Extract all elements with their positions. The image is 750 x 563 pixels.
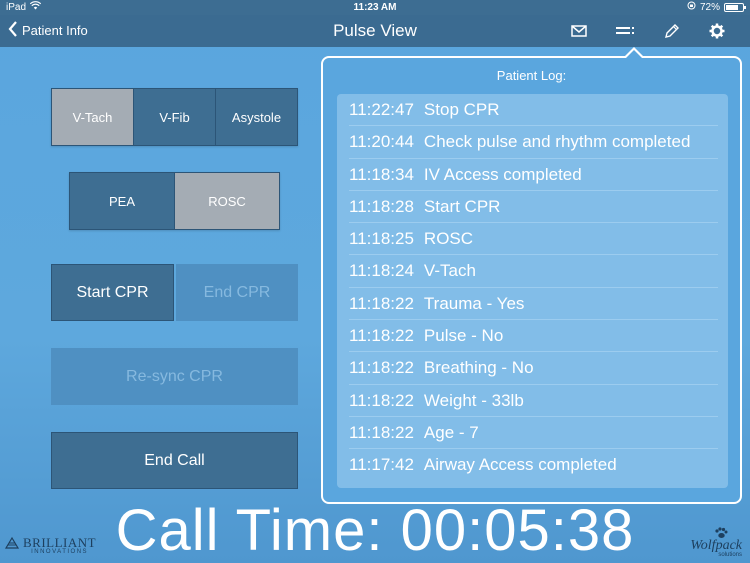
pencil-icon[interactable]	[660, 20, 682, 42]
log-row: 11:22:47 Stop CPR	[349, 94, 718, 127]
vtach-button[interactable]: V-Tach	[52, 89, 134, 145]
resync-cpr-button[interactable]: Re-sync CPR	[51, 348, 298, 405]
vfib-button[interactable]: V-Fib	[134, 89, 216, 145]
log-time: 11:22:47	[349, 100, 414, 119]
logo-left-sub: INNOVATIONS	[31, 548, 89, 555]
rotation-lock-icon	[687, 0, 696, 15]
log-event: Trauma - Yes	[423, 293, 525, 313]
log-event: Stop CPR	[423, 100, 500, 119]
rhythm-group-2: PEA ROSC	[69, 172, 280, 230]
status-bar: iPad 11:23 AM 72%	[0, 0, 750, 15]
pea-button[interactable]: PEA	[70, 173, 175, 229]
battery-percent: 72%	[699, 2, 720, 13]
log-event: Weight - 33lb	[423, 390, 524, 410]
call-time: Call Time: 00:05:38	[115, 498, 635, 563]
log-event: ROSC	[423, 229, 474, 249]
log-event: Airway Access completed	[423, 455, 617, 475]
brilliant-innovations-logo: BRILLIANT INNOVATIONS	[4, 536, 96, 555]
log-row: 11:18:28 Start CPR	[349, 191, 718, 224]
log-row: 11:18:22 Age - 7	[349, 417, 718, 450]
log-row: 11:18:22 Pulse - No	[349, 320, 718, 353]
log-row: 11:18:22 Trauma - Yes	[349, 288, 718, 321]
log-row: 11:18:22 Breathing - No	[349, 352, 718, 385]
log-time: 11:18:22	[349, 390, 414, 410]
log-event: Check pulse and rhythm completed	[423, 132, 691, 152]
nav-bar: Patient Info Pulse View	[0, 15, 750, 47]
mail-icon[interactable]	[568, 20, 590, 42]
battery-icon	[724, 3, 746, 12]
nav-actions	[568, 20, 728, 42]
log-time: 11:18:22	[349, 293, 414, 313]
log-time: 11:18:25	[349, 229, 414, 249]
logo-left-name: BRILLIANT	[23, 534, 97, 550]
paw-icon	[714, 526, 728, 544]
log-row: 11:18:25 ROSC	[349, 223, 718, 256]
popover-arrow-inner	[626, 50, 642, 58]
log-list[interactable]: 11:22:47 Stop CPR 11:20:44 Check pulse and …	[337, 94, 728, 488]
log-row: 11:18:34 IV Access completed	[349, 159, 718, 191]
log-time: 11:18:22	[349, 358, 414, 378]
patient-log-popover: Patient Log: 11:22:47 Stop CPR 11:20:44 Che…	[321, 56, 742, 504]
log-time: 11:17:42	[349, 455, 414, 475]
log-row: 11:17:42 Airway Access completed	[349, 449, 718, 481]
log-event: IV Access completed	[423, 164, 582, 184]
logo-mark-icon	[4, 536, 20, 555]
end-call-button[interactable]: End Call	[51, 432, 298, 489]
log-time: 11:20:44	[349, 132, 414, 152]
rosc-button[interactable]: ROSC	[175, 173, 279, 229]
status-bar-right: 72%	[687, 0, 746, 15]
start-cpr-button[interactable]: Start CPR	[51, 264, 174, 321]
asystole-button[interactable]: Asystole	[216, 89, 297, 145]
log-row: 11:18:24 V-Tach	[349, 255, 718, 288]
log-row: 11:18:22 Weight - 33lb	[349, 385, 718, 417]
list-icon[interactable]	[614, 20, 636, 42]
log-event: Breathing - No	[423, 358, 534, 378]
log-time: 11:18:34	[349, 164, 414, 184]
gear-icon[interactable]	[706, 20, 728, 42]
log-time: 11:18:22	[349, 326, 414, 346]
rhythm-group-1: V-Tach V-Fib Asystole	[51, 88, 298, 146]
end-cpr-button[interactable]: End CPR	[176, 264, 298, 321]
log-event: Pulse - No	[423, 326, 504, 346]
log-time: 11:18:24	[349, 261, 414, 281]
log-event: V-Tach	[423, 261, 476, 281]
log-event: Start CPR	[423, 196, 501, 216]
log-time: 11:18:28	[349, 196, 414, 216]
wolfpack-solutions-logo: Wolfpack solutions	[690, 527, 742, 558]
log-event: Age - 7	[423, 422, 479, 442]
log-title: Patient Log:	[496, 68, 567, 83]
log-row: 11:20:44 Check pulse and rhythm completed	[349, 126, 718, 159]
log-time: 11:18:22	[349, 422, 414, 442]
status-time: 11:23 AM	[353, 2, 397, 13]
